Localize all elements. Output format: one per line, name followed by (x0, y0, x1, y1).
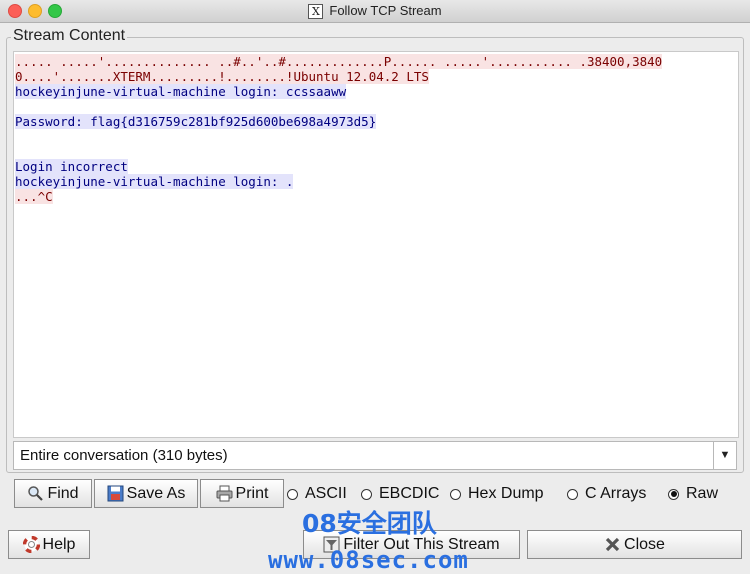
stream-line: ..... .....'.............. ..#..'..#....… (14, 54, 738, 69)
save-icon (107, 485, 124, 502)
stream-text-area[interactable]: ..... .....'.............. ..#..'..#....… (13, 51, 739, 438)
stream-line: Password: flag{d316759c281bf925d600be698… (14, 114, 738, 129)
stream-line-text: ...^C (15, 189, 53, 204)
radio-dot-icon[interactable] (287, 488, 298, 500)
close-button[interactable]: Close (527, 530, 742, 559)
radio-dot-icon[interactable] (668, 488, 679, 500)
radio-dot-icon[interactable] (361, 488, 372, 500)
format-radio-c-arrays[interactable]: C Arrays (567, 485, 646, 503)
find-button-label: Find (47, 484, 79, 502)
help-button-label: Help (42, 535, 76, 553)
format-radio-label: ASCII (305, 485, 347, 502)
conversation-select[interactable]: Entire conversation (310 bytes) ▼ (13, 441, 737, 470)
stream-line: 0....'.......XTERM.........!........!Ubu… (14, 69, 738, 84)
stream-line (14, 129, 738, 144)
printer-icon (216, 485, 233, 502)
title-bar: X Follow TCP Stream (0, 0, 750, 23)
radio-dot-icon[interactable] (567, 488, 578, 500)
stream-line-text: hockeyinjune-virtual-machine login: ccss… (15, 84, 347, 99)
format-radio-label: EBCDIC (379, 485, 440, 502)
stream-line: Login incorrect (14, 159, 738, 174)
chevron-down-icon[interactable]: ▼ (713, 442, 736, 469)
format-radio-hex-dump[interactable]: Hex Dump (450, 485, 544, 503)
find-button[interactable]: Find (14, 479, 92, 508)
stream-line: hockeyinjune-virtual-machine login: . (14, 174, 738, 189)
print-button[interactable]: Print (200, 479, 284, 508)
help-button[interactable]: Help (8, 530, 90, 559)
window-title: Follow TCP Stream (329, 3, 442, 18)
stream-line (14, 144, 738, 159)
stream-line: hockeyinjune-virtual-machine login: ccss… (14, 84, 738, 99)
print-button-label: Print (235, 484, 269, 502)
format-radio-ebcdic[interactable]: EBCDIC (361, 485, 439, 503)
stream-line-text: ..... .....'.............. ..#..'..#....… (15, 54, 663, 69)
conversation-select-value: Entire conversation (310 bytes) (20, 447, 228, 464)
save-as-button-label: Save As (126, 484, 186, 502)
lifebuoy-icon (22, 535, 40, 554)
window-title-wrap: X Follow TCP Stream (0, 3, 750, 20)
stream-content-label: Stream Content (11, 27, 128, 45)
close-button-label: Close (624, 535, 665, 553)
close-icon (604, 536, 621, 553)
stream-line-text: Password: flag{d316759c281bf925d600be698… (15, 114, 377, 129)
format-radio-ascii[interactable]: ASCII (287, 485, 347, 503)
radio-dot-icon[interactable] (450, 488, 461, 500)
watermark-url: www.08sec.com (268, 546, 469, 574)
watermark-text: 08安全团队 (302, 509, 437, 538)
format-radio-label: Hex Dump (468, 485, 544, 502)
magnifier-icon (27, 485, 44, 502)
stream-line-text: Login incorrect (15, 159, 128, 174)
save-as-button[interactable]: Save As (94, 479, 198, 508)
stream-line-text: 0....'.......XTERM.........!........!Ubu… (15, 69, 429, 84)
stream-line-text: hockeyinjune-virtual-machine login: . (15, 174, 294, 189)
format-radio-raw[interactable]: Raw (668, 485, 718, 503)
x11-icon: X (308, 4, 324, 20)
stream-line: ...^C (14, 189, 738, 204)
stream-line (14, 99, 738, 114)
format-radio-label: C Arrays (585, 485, 647, 502)
format-radio-label: Raw (686, 485, 719, 502)
